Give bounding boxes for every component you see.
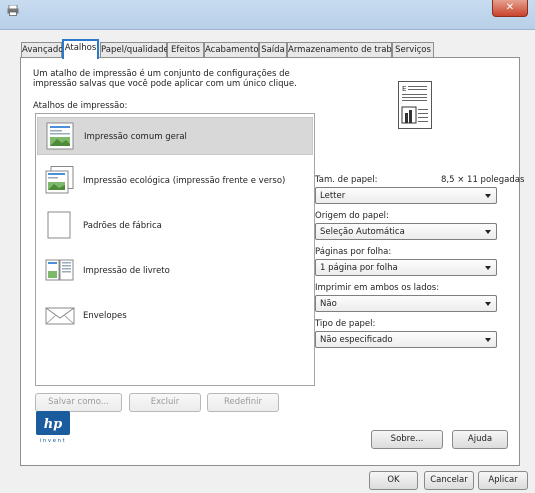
- shortcut-eco-printing[interactable]: Impressão ecológica (impressão frente e …: [37, 162, 313, 200]
- paper-size-select[interactable]: Letter: [315, 187, 497, 204]
- svg-text:invent: invent: [40, 438, 66, 443]
- tab-advanced[interactable]: Avançado: [21, 42, 63, 58]
- shortcut-label: Impressão de livreto: [83, 266, 170, 276]
- chevron-down-icon: [485, 194, 491, 198]
- duplex-icon: [45, 166, 74, 194]
- paper-type-label: Tipo de papel:: [315, 319, 376, 329]
- chevron-down-icon: [485, 338, 491, 342]
- pages-per-sheet-label: Páginas por folha:: [315, 247, 392, 257]
- duplex-label: Imprimir em ambos os lados:: [315, 283, 440, 293]
- cancel-button[interactable]: Cancelar: [424, 471, 474, 490]
- paper-size-value: 8,5 × 11 polegadas: [441, 175, 525, 185]
- about-button[interactable]: Sobre...: [371, 430, 443, 449]
- pages-per-sheet-select[interactable]: 1 página por folha: [315, 259, 497, 276]
- paper-type-select[interactable]: Não especificado: [315, 331, 497, 348]
- tab-shortcuts[interactable]: Atalhos: [62, 39, 99, 59]
- delete-button[interactable]: Excluir: [129, 393, 201, 412]
- tab-effects[interactable]: Efeitos: [167, 42, 204, 58]
- shortcut-list: Impressão comum geral Impressão ecológic…: [35, 113, 315, 386]
- title-bar: ✕: [0, 0, 535, 30]
- hp-logo: hp invent: [36, 411, 70, 443]
- blank-page-icon: [47, 211, 71, 239]
- printer-icon: [7, 5, 19, 16]
- ok-button[interactable]: OK: [369, 471, 418, 490]
- shortcut-label: Envelopes: [83, 311, 127, 321]
- duplex-select[interactable]: Não: [315, 295, 497, 312]
- paper-preview: E: [398, 81, 432, 129]
- shortcuts-list-label: Atalhos de impressão:: [33, 101, 128, 111]
- apply-button[interactable]: Aplicar: [478, 471, 528, 490]
- paper-size-label: Tam. de papel:: [315, 175, 378, 185]
- help-button[interactable]: Ajuda: [452, 430, 508, 449]
- close-button[interactable]: ✕: [492, 0, 528, 17]
- shortcut-booklet[interactable]: Impressão de livreto: [37, 252, 313, 290]
- shortcut-factory-defaults[interactable]: Padrões de fábrica: [37, 207, 313, 245]
- document-icon: [46, 122, 74, 150]
- shortcuts-panel: Um atalho de impressão é um conjunto de …: [20, 57, 524, 466]
- booklet-icon: [45, 259, 74, 281]
- tab-paper-quality[interactable]: Papel/qualidade: [100, 42, 169, 58]
- chevron-down-icon: [485, 230, 491, 234]
- shortcut-general-printing[interactable]: Impressão comum geral: [37, 117, 313, 155]
- shortcut-label: Impressão comum geral: [84, 132, 187, 142]
- svg-text:E: E: [402, 85, 406, 93]
- save-as-button[interactable]: Salvar como...: [35, 393, 122, 412]
- shortcut-label: Padrões de fábrica: [83, 221, 162, 231]
- tab-finishing[interactable]: Acabamento: [204, 42, 259, 58]
- paper-source-select[interactable]: Seleção Automática: [315, 223, 497, 240]
- chevron-down-icon: [485, 266, 491, 270]
- svg-text:hp: hp: [44, 417, 63, 432]
- shortcuts-description: Um atalho de impressão é um conjunto de …: [33, 69, 297, 89]
- shortcut-label: Impressão ecológica (impressão frente e …: [83, 176, 286, 186]
- tab-services[interactable]: Serviços: [392, 42, 434, 58]
- shortcut-envelopes[interactable]: Envelopes: [37, 297, 313, 335]
- paper-source-label: Origem do papel:: [315, 211, 389, 221]
- tab-job-storage[interactable]: Armazenamento de trabalho: [287, 42, 410, 58]
- tab-output[interactable]: Saída: [259, 42, 287, 58]
- chevron-down-icon: [485, 302, 491, 306]
- page-layout-icon: E: [401, 85, 428, 124]
- reset-button[interactable]: Redefinir: [207, 393, 279, 412]
- envelope-icon: [45, 307, 75, 325]
